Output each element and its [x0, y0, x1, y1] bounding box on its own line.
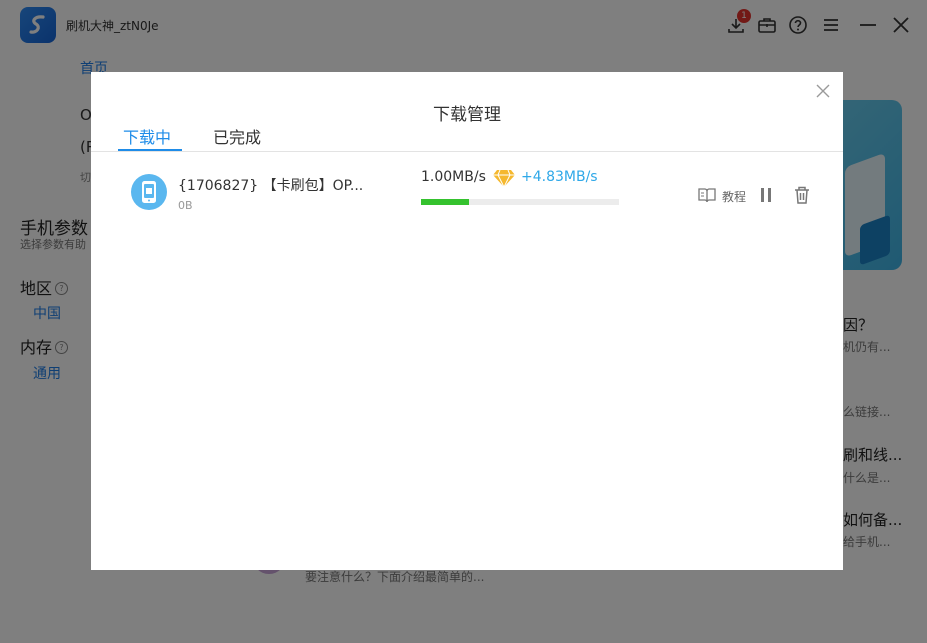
dialog-title: 下载管理 — [433, 105, 501, 125]
package-file-icon — [131, 174, 167, 210]
download-file-size: 0B — [178, 199, 193, 212]
tab-divider — [91, 151, 843, 152]
download-speed: 1.00MB/s — [421, 169, 486, 185]
dialog-close-icon[interactable] — [815, 83, 831, 99]
download-manager-dialog: 下载管理 下载中 已完成 {1706827} 【卡刷包】OP... 0B 1.0… — [91, 72, 843, 570]
download-progress-fill — [421, 199, 469, 205]
download-progress-bar — [421, 199, 619, 205]
tab-completed[interactable]: 已完成 — [213, 124, 261, 148]
tutorial-button[interactable]: 教程 — [722, 188, 746, 205]
tab-downloading[interactable]: 下载中 — [123, 124, 171, 148]
download-file-name: {1706827} 【卡刷包】OP... — [178, 178, 364, 194]
vip-speed-boost: +4.83MB/s — [521, 169, 598, 185]
tutorial-book-icon[interactable] — [697, 186, 717, 208]
download-item: {1706827} 【卡刷包】OP... 0B 1.00MB/s +4.83MB… — [91, 160, 843, 228]
vip-diamond-icon — [492, 168, 516, 192]
delete-icon[interactable] — [793, 185, 811, 209]
pause-icon[interactable] — [758, 186, 774, 208]
